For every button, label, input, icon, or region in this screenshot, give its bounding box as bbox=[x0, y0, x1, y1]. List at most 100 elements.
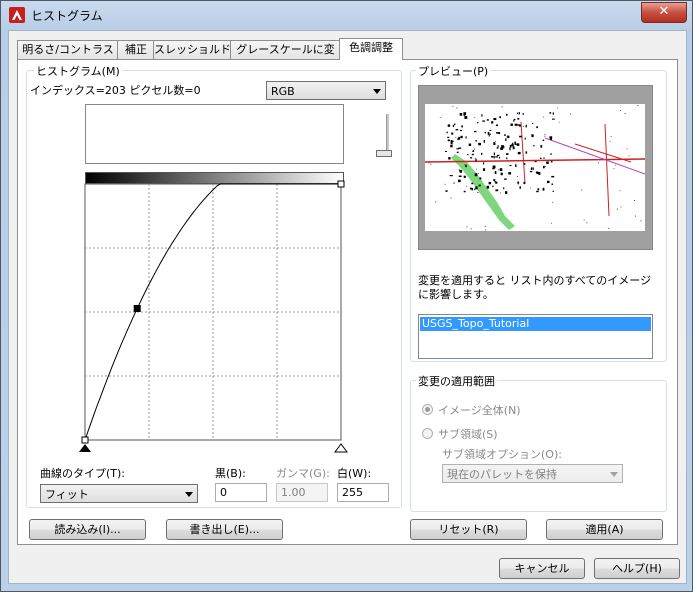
load-button[interactable]: 読み込み(I)... bbox=[29, 519, 146, 540]
map-building bbox=[510, 123, 513, 126]
map-building bbox=[451, 132, 454, 135]
map-feature-dot bbox=[610, 136, 612, 137]
whole-image-radio[interactable] bbox=[422, 404, 433, 415]
map-building bbox=[477, 121, 479, 124]
map-building bbox=[483, 168, 486, 171]
map-building bbox=[452, 124, 454, 128]
map-building bbox=[493, 118, 497, 121]
map-building bbox=[518, 112, 520, 115]
map-feature-dot bbox=[624, 113, 626, 114]
map-feature-dot bbox=[458, 168, 460, 170]
title-bar[interactable]: ヒストグラム ✕ bbox=[1, 1, 692, 29]
map-building bbox=[448, 157, 451, 160]
map-building bbox=[478, 142, 481, 146]
slider-thumb[interactable] bbox=[376, 150, 392, 157]
map-building bbox=[524, 137, 526, 140]
map-feature-dot bbox=[517, 175, 519, 177]
tab-threshold[interactable]: スレッショルド bbox=[153, 40, 232, 59]
map-building bbox=[483, 140, 485, 143]
help-button[interactable]: ヘルプ(H) bbox=[594, 558, 680, 579]
black-label: 黒(B): bbox=[215, 467, 246, 480]
close-button[interactable]: ✕ bbox=[641, 2, 687, 23]
map-feature-dot bbox=[608, 227, 610, 229]
cancel-button[interactable]: キャンセル bbox=[499, 558, 585, 579]
image-listbox[interactable]: USGS_Topo_Tutorial bbox=[418, 314, 653, 359]
map-feature-dot bbox=[515, 163, 517, 165]
map-building bbox=[474, 130, 477, 133]
tab-correction[interactable]: 補正 bbox=[117, 40, 155, 59]
subregion-option-select[interactable]: 現在のパレットを保持 bbox=[442, 464, 623, 483]
map-building bbox=[498, 156, 501, 159]
black-point-marker-icon[interactable] bbox=[79, 444, 91, 452]
map-feature-dot bbox=[439, 117, 441, 118]
map-building bbox=[513, 120, 515, 122]
apply-button[interactable]: 適用(A) bbox=[546, 519, 663, 540]
map-building bbox=[456, 148, 459, 150]
map-building bbox=[491, 156, 494, 158]
map-building bbox=[506, 157, 508, 160]
map-building bbox=[494, 181, 497, 183]
map-building bbox=[539, 157, 542, 159]
map-building bbox=[550, 160, 553, 163]
tab-panel-color-adjust: ヒストグラム(M) インデックス=203 ピクセル数=0 RGB 曲線のタイプ(… bbox=[17, 59, 678, 545]
map-building bbox=[519, 135, 522, 138]
black-input[interactable]: 0 bbox=[215, 483, 267, 502]
tab-brightness-contrast[interactable]: 明るさ/コントラスト bbox=[17, 40, 119, 74]
reset-button[interactable]: リセット(R) bbox=[410, 519, 527, 540]
map-building bbox=[467, 154, 469, 156]
map-feature-dot bbox=[456, 107, 458, 109]
preview-image-frame bbox=[418, 85, 653, 250]
curve-control-point[interactable] bbox=[81, 436, 89, 444]
map-building bbox=[475, 158, 477, 162]
map-building bbox=[469, 157, 473, 159]
map-feature-dot bbox=[613, 168, 615, 170]
map-building bbox=[483, 162, 485, 165]
map-feature-dot bbox=[435, 201, 437, 203]
tone-curve-editor[interactable] bbox=[76, 180, 356, 470]
tab-grayscale[interactable]: グレースケールに変換 bbox=[230, 40, 341, 74]
map-feature-dot bbox=[569, 113, 571, 115]
window-title: ヒストグラム bbox=[31, 9, 103, 23]
map-building bbox=[532, 167, 534, 170]
map-building bbox=[542, 187, 545, 191]
map-building bbox=[496, 132, 499, 134]
gamma-input[interactable]: 1.00 bbox=[276, 483, 328, 502]
map-building bbox=[477, 191, 479, 193]
map-feature-dot bbox=[501, 106, 503, 108]
map-building bbox=[551, 175, 555, 178]
curve-type-select[interactable]: フィット bbox=[40, 484, 198, 503]
map-building bbox=[481, 152, 483, 155]
map-building bbox=[522, 113, 524, 115]
map-building bbox=[531, 134, 534, 138]
chevron-down-icon bbox=[373, 89, 381, 94]
map-building bbox=[445, 151, 447, 152]
map-building bbox=[492, 168, 495, 170]
map-feature-dot bbox=[477, 173, 479, 174]
map-building bbox=[459, 169, 462, 173]
white-input[interactable]: 255 bbox=[337, 483, 389, 502]
map-feature-dot bbox=[499, 192, 501, 194]
list-item[interactable]: USGS_Topo_Tutorial bbox=[420, 317, 651, 331]
histogram-dialog: ヒストグラム ✕ 明るさ/コントラスト 補正 スレッショルド グレースケールに変… bbox=[0, 0, 693, 592]
channel-select[interactable]: RGB bbox=[266, 81, 386, 100]
map-building bbox=[530, 167, 533, 170]
map-feature-dot bbox=[544, 166, 546, 167]
map-feature-dot bbox=[474, 116, 476, 118]
tab-color-adjust[interactable]: 色調調整 bbox=[339, 38, 403, 60]
map-building bbox=[519, 186, 521, 189]
save-button[interactable]: 書き出し(E)... bbox=[166, 519, 283, 540]
map-building bbox=[517, 151, 521, 155]
map-building bbox=[492, 185, 494, 188]
subregion-radio[interactable] bbox=[422, 428, 433, 439]
map-building bbox=[464, 116, 468, 119]
close-icon: ✕ bbox=[658, 4, 670, 19]
map-building bbox=[509, 147, 511, 151]
white-point-marker-icon[interactable] bbox=[334, 443, 348, 453]
map-feature-dot bbox=[484, 226, 486, 227]
map-building bbox=[493, 156, 495, 159]
curve-control-point[interactable] bbox=[133, 304, 141, 312]
map-building bbox=[517, 118, 520, 120]
curve-control-point[interactable] bbox=[337, 180, 345, 188]
map-feature-dot bbox=[517, 183, 519, 184]
map-building bbox=[536, 126, 538, 129]
